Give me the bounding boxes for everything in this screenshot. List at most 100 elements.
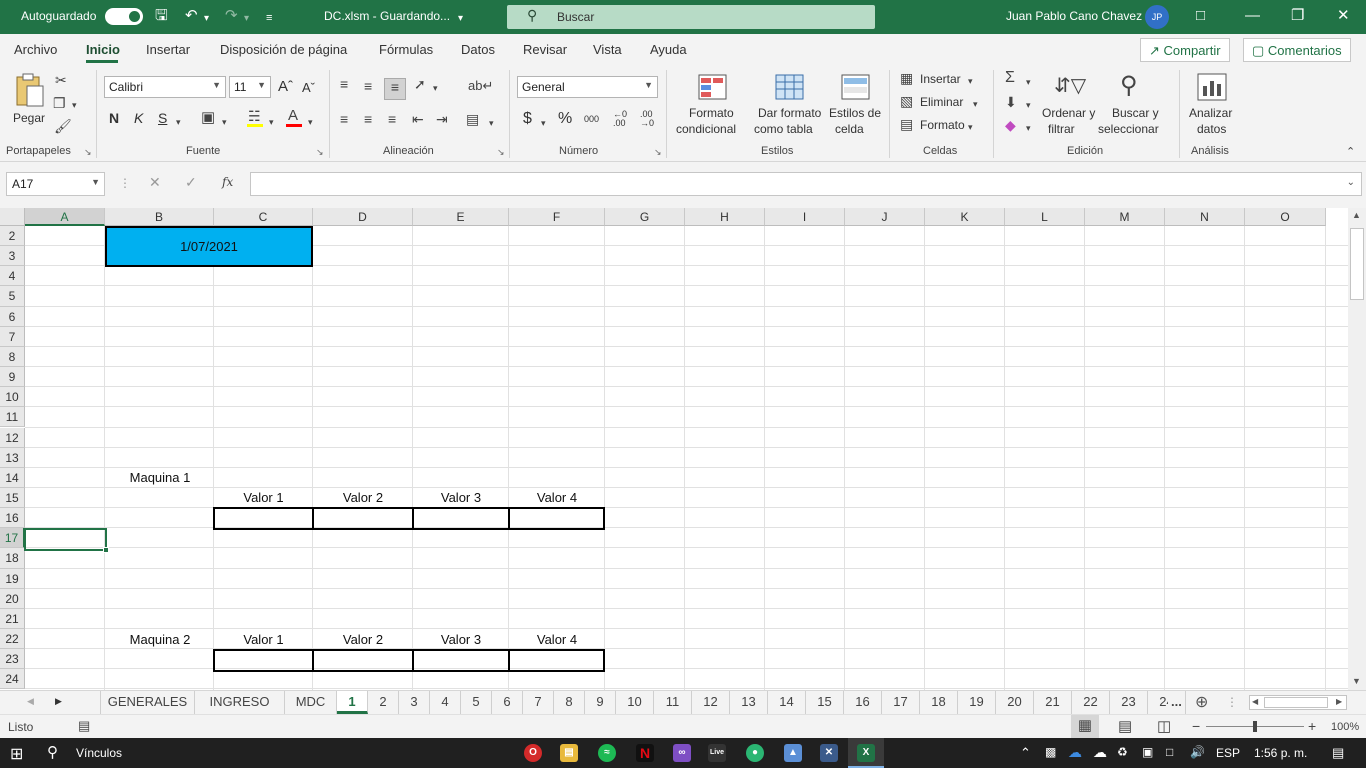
font-color-button[interactable]: A (286, 108, 304, 128)
onedrive-icon[interactable]: ☁ (1068, 744, 1082, 761)
number-format-select[interactable]: General ▼ (517, 76, 658, 98)
borders-icon[interactable]: ▣ (201, 110, 215, 126)
hscroll-thumb[interactable] (1264, 697, 1328, 708)
insert-cells-button[interactable]: ▦ Insertar ▾ (900, 70, 980, 88)
row-header-10[interactable]: 10 (0, 387, 25, 408)
normal-view-icon[interactable]: ▦ (1071, 715, 1099, 738)
fill-dropdown-icon[interactable]: ▾ (269, 114, 274, 130)
tray-expand-icon[interactable]: ⌃ (1020, 745, 1031, 761)
row-header-8[interactable]: 8 (0, 346, 25, 368)
row-header-14[interactable]: 14 (0, 467, 25, 488)
orientation-dropdown-icon[interactable]: ▾ (433, 80, 438, 96)
paste-button[interactable]: Pegar (10, 70, 50, 130)
conditional-format-button[interactable]: Formato condicional (674, 70, 750, 142)
font-launcher-icon[interactable]: ↘ (316, 147, 324, 158)
sheet-tab-11[interactable]: 11 (654, 691, 692, 714)
sheet-tab-8[interactable]: 8 (554, 691, 585, 714)
vertical-scrollbar[interactable]: ▲ ▼ (1348, 208, 1366, 690)
delete-cells-button[interactable]: ▧ Eliminar ▾ (900, 93, 984, 111)
increase-indent-icon[interactable]: ⇥ (436, 111, 448, 127)
restore-icon[interactable]: ❐ (1291, 7, 1304, 25)
sheet-tab-16[interactable]: 16 (844, 691, 882, 714)
sheet-tab-6[interactable]: 6 (492, 691, 523, 714)
row-header-7[interactable]: 7 (0, 326, 25, 347)
search-box[interactable]: ⚲ Buscar (507, 5, 875, 29)
cell-styles-button[interactable]: Estilos de celda (828, 70, 884, 142)
language-indicator[interactable]: ESP (1216, 746, 1240, 760)
tab-scroll-left-icon[interactable]: ◀ (27, 696, 34, 707)
italic-button[interactable]: K (134, 110, 143, 126)
tray-app-icon[interactable]: ▩ (1045, 745, 1056, 759)
alignment-launcher-icon[interactable]: ↘ (497, 147, 505, 158)
tool-app-icon[interactable]: ✕ (820, 744, 838, 762)
ribbon-display-icon[interactable]: □ (1196, 7, 1205, 25)
format-as-table-button[interactable]: Dar formato como tabla (753, 70, 825, 142)
sheet-tab-23[interactable]: 23 (1110, 691, 1148, 714)
font-color-dropdown-icon[interactable]: ▾ (308, 114, 313, 130)
borders-dropdown-icon[interactable]: ▾ (222, 114, 227, 130)
share-button[interactable]: ↗ Compartir (1140, 38, 1230, 62)
column-header-e[interactable]: E (413, 208, 509, 226)
zoom-out-button[interactable]: − (1192, 718, 1200, 734)
netflix-icon[interactable]: N (636, 744, 654, 762)
page-break-icon[interactable]: ◫ (1157, 717, 1171, 735)
menu-inicio[interactable]: Inicio (86, 42, 120, 57)
scroll-up-icon[interactable]: ▲ (1352, 210, 1361, 220)
fill-color-button[interactable]: ☵ (247, 108, 265, 128)
copy-dropdown-icon[interactable]: ▾ (72, 97, 77, 113)
row-header-20[interactable]: 20 (0, 588, 25, 609)
column-header-h[interactable]: H (685, 208, 765, 226)
column-header-a[interactable]: A (25, 208, 105, 226)
column-header-k[interactable]: K (925, 208, 1005, 226)
network-icon[interactable]: □ (1166, 745, 1173, 759)
sheet-tab-7[interactable]: 7 (523, 691, 554, 714)
formula-input[interactable]: ⌄ (250, 172, 1362, 196)
autosum-dropdown-icon[interactable]: ▾ (1026, 74, 1031, 90)
sheet-tab-3[interactable]: 3 (399, 691, 430, 714)
save-icon[interactable]: 🖫 (155, 7, 168, 25)
clock[interactable]: 1:56 p. m. (1254, 746, 1307, 760)
row-header-6[interactable]: 6 (0, 306, 25, 327)
row-header-11[interactable]: 11 (0, 407, 25, 428)
accessibility-icon[interactable]: ▤ (78, 718, 90, 734)
decrease-indent-icon[interactable]: ⇤ (412, 111, 424, 127)
row-header-22[interactable]: 22 (0, 629, 25, 650)
expand-formula-icon[interactable]: ⌄ (1347, 177, 1355, 188)
visual-studio-icon[interactable]: ∞ (673, 744, 691, 762)
name-box[interactable]: A17 ▼ (6, 172, 105, 196)
row-header-21[interactable]: 21 (0, 608, 25, 629)
windows-start-icon[interactable]: ⊞ (10, 744, 23, 764)
sheet-tab-4[interactable]: 4 (430, 691, 461, 714)
increase-font-icon[interactable]: Aˆ (278, 78, 293, 95)
row-header-12[interactable]: 12 (0, 427, 25, 448)
zoom-slider-thumb[interactable] (1253, 721, 1257, 732)
zoom-slider[interactable] (1206, 721, 1304, 732)
menu-vista[interactable]: Vista (593, 42, 622, 57)
orientation-icon[interactable]: ➚ (414, 76, 426, 92)
number-launcher-icon[interactable]: ↘ (654, 147, 662, 158)
zoom-level[interactable]: 100% (1331, 721, 1359, 733)
sheet-tab-22[interactable]: 22 (1072, 691, 1110, 714)
wrap-text-icon[interactable]: ab↵ (468, 78, 493, 94)
enter-icon[interactable]: ✓ (185, 174, 197, 191)
format-cells-button[interactable]: ▤ Formato ▾ (900, 116, 982, 134)
align-top-icon[interactable]: ≡ (340, 76, 348, 92)
machine2-value2-cell[interactable] (312, 649, 414, 672)
column-header-n[interactable]: N (1165, 208, 1245, 226)
font-size-select[interactable]: 11 ▼ (229, 76, 271, 98)
menu-ayuda[interactable]: Ayuda (650, 42, 687, 57)
select-all-corner[interactable] (0, 208, 25, 226)
sheet-tab-12[interactable]: 12 (692, 691, 730, 714)
column-header-c[interactable]: C (214, 208, 313, 226)
redo-dropdown-icon[interactable]: ▾ (244, 10, 249, 28)
sheet-tab-10[interactable]: 10 (616, 691, 654, 714)
undo-dropdown-icon[interactable]: ▾ (204, 10, 209, 28)
undo-icon[interactable]: ↶ (185, 7, 198, 25)
currency-dropdown-icon[interactable]: ▾ (541, 115, 546, 131)
row-header-19[interactable]: 19 (0, 568, 25, 589)
collapse-ribbon-icon[interactable]: ⌃ (1346, 144, 1355, 160)
sheet-tab-generales[interactable]: GENERALES (101, 691, 195, 714)
autosave-toggle[interactable] (105, 8, 143, 25)
align-middle-icon[interactable]: ≡ (364, 78, 372, 94)
comma-style-icon[interactable]: 000 (584, 114, 599, 124)
